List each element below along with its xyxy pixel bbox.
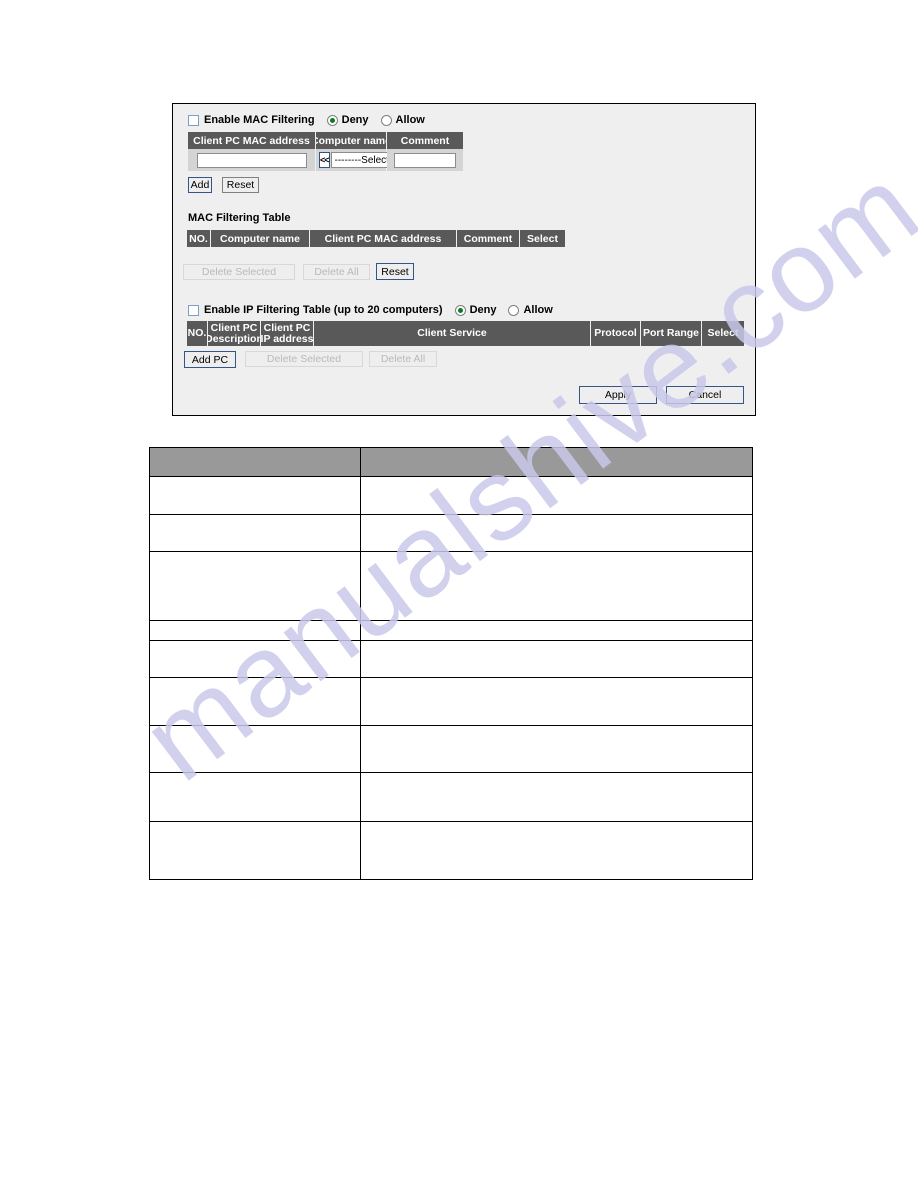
header-client-pc-mac-address-2: Client PC MAC address <box>310 230 457 247</box>
table-row <box>149 476 753 515</box>
header-port-range: Port Range <box>641 321 702 346</box>
copy-left-button[interactable]: << <box>319 152 330 168</box>
desc-header-description <box>360 447 753 477</box>
mac-ip-filtering-panel: Enable MAC Filtering Deny Allow Client P… <box>172 103 756 416</box>
header-client-pc-description-line2: Description <box>208 332 261 345</box>
header-comment-2: Comment <box>457 230 520 247</box>
header-client-pc-description: Client PC Description <box>208 321 261 346</box>
desc-table-header-row <box>149 447 753 477</box>
cell-comment <box>387 149 463 171</box>
delete-all-button-ip[interactable]: Delete All <box>369 351 437 367</box>
header-client-pc-ip-address-line2: IP address <box>261 332 314 345</box>
table-row <box>149 620 753 641</box>
enable-ip-filtering-label: Enable IP Filtering Table (up to 20 comp… <box>204 304 443 316</box>
parameter-description-table <box>149 447 753 880</box>
header-ip-select: Select <box>702 321 744 346</box>
table-row <box>149 514 753 552</box>
mac-deny-radio-group[interactable]: Deny <box>326 114 369 126</box>
delete-all-button-mac[interactable]: Delete All <box>303 264 370 280</box>
desc-table-body <box>149 476 753 880</box>
ip-filtering-table-header: NO. Client PC Description Client PC IP a… <box>187 321 762 346</box>
mac-allow-radio-group[interactable]: Allow <box>380 114 425 126</box>
enable-mac-filtering-row: Enable MAC Filtering Deny Allow <box>188 114 425 126</box>
desc-row-label <box>149 725 361 773</box>
desc-header-parameter <box>149 447 361 477</box>
table-row <box>149 772 753 822</box>
add-pc-button[interactable]: Add PC <box>184 351 236 368</box>
ip-allow-label: Allow <box>523 304 553 316</box>
desc-row-value <box>360 640 753 678</box>
table-row <box>149 821 753 880</box>
desc-row-label <box>149 677 361 726</box>
desc-row-value <box>360 821 753 880</box>
computer-name-selectbox: << --------Select-------- ▼ <box>319 152 432 168</box>
desc-row-value <box>360 476 753 515</box>
enable-ip-filtering-row: Enable IP Filtering Table (up to 20 comp… <box>188 304 553 316</box>
mac-entry-fields: << --------Select-------- ▼ <box>188 149 463 171</box>
ip-deny-radio-group[interactable]: Deny <box>454 304 497 316</box>
ip-allow-radio[interactable] <box>508 304 520 316</box>
comment-input[interactable] <box>394 152 456 168</box>
mac-allow-label: Allow <box>395 114 425 126</box>
desc-row-value <box>360 772 753 822</box>
header-comment: Comment <box>387 132 463 149</box>
header-client-pc-mac-address: Client PC MAC address <box>188 132 316 149</box>
mac-address-input[interactable] <box>196 152 307 168</box>
delete-selected-button-ip[interactable]: Delete Selected <box>245 351 363 367</box>
header-client-pc-description-line1: Client PC <box>210 321 258 334</box>
cell-mac-address <box>188 149 316 171</box>
reset-button-mac-entry[interactable]: Reset <box>222 177 259 193</box>
table-row <box>149 640 753 678</box>
desc-table-head <box>149 447 753 477</box>
ip-allow-radio-group[interactable]: Allow <box>508 304 553 316</box>
desc-row-value <box>360 514 753 552</box>
desc-row-label <box>149 821 361 880</box>
desc-row-value <box>360 551 753 621</box>
mac-filtering-table-header: NO. Computer name Client PC MAC address … <box>187 230 575 247</box>
desc-row-label <box>149 514 361 552</box>
desc-row-label <box>149 551 361 621</box>
table-row <box>149 677 753 726</box>
ip-deny-label: Deny <box>469 304 497 316</box>
mac-allow-radio[interactable] <box>380 114 392 126</box>
enable-mac-filtering-checkbox[interactable] <box>188 114 199 126</box>
header-client-pc-ip-address-line1: Client PC <box>263 321 311 334</box>
reset-button-mac-table[interactable]: Reset <box>376 263 414 280</box>
desc-row-label <box>149 476 361 515</box>
cancel-button[interactable]: Cancel <box>666 386 744 404</box>
header-select: Select <box>520 230 565 247</box>
table-row <box>149 551 753 621</box>
apply-button[interactable]: Apply <box>579 386 657 404</box>
desc-row-value <box>360 677 753 726</box>
header-computer-name: Computer name <box>316 132 387 149</box>
enable-mac-filtering-label: Enable MAC Filtering <box>204 114 315 126</box>
delete-selected-button-mac[interactable]: Delete Selected <box>183 264 295 280</box>
enable-ip-filtering-checkbox[interactable] <box>188 304 199 316</box>
desc-row-label <box>149 640 361 678</box>
header-protocol: Protocol <box>591 321 641 346</box>
header-client-service: Client Service <box>314 321 591 346</box>
desc-row-label <box>149 772 361 822</box>
desc-row-value <box>360 725 753 773</box>
cell-computer-name: << --------Select-------- ▼ <box>316 149 432 171</box>
header-no: NO. <box>187 230 211 247</box>
mac-deny-label: Deny <box>341 114 369 126</box>
add-button[interactable]: Add <box>188 177 212 193</box>
mac-entry-header: Client PC MAC address Computer name Comm… <box>188 132 463 149</box>
header-ip-no: NO. <box>187 321 208 346</box>
mac-deny-radio[interactable] <box>326 114 338 126</box>
desc-row-value <box>360 620 753 641</box>
header-client-pc-ip-address: Client PC IP address <box>261 321 314 346</box>
header-computer-name-2: Computer name <box>211 230 310 247</box>
table-row <box>149 725 753 773</box>
ip-deny-radio[interactable] <box>454 304 466 316</box>
mac-filtering-table-title: MAC Filtering Table <box>188 212 291 224</box>
desc-row-label <box>149 620 361 641</box>
